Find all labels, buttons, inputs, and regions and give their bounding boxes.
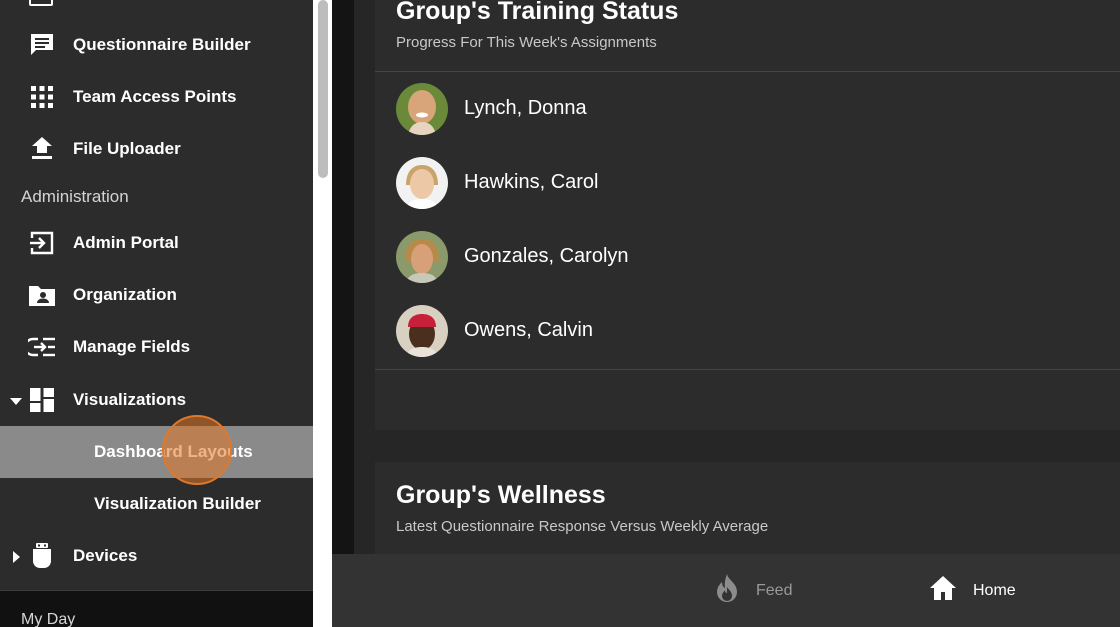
sidebar-item-dashboard-layouts[interactable]: Dashboard Layouts bbox=[0, 426, 313, 478]
sidebar-item-label: Visualization Builder bbox=[94, 494, 261, 513]
athlete-row[interactable]: Gonzales, Carolyn bbox=[375, 220, 1120, 294]
bottom-nav-home[interactable]: Home bbox=[929, 554, 1016, 627]
sidebar-footer[interactable]: My Day bbox=[0, 591, 313, 627]
card-subtitle: Latest Questionnaire Response Versus Wee… bbox=[396, 518, 769, 535]
bottom-nav-feed-label: Feed bbox=[756, 581, 793, 599]
bottom-nav-home-label: Home bbox=[973, 581, 1016, 599]
athlete-name: Lynch, Donna bbox=[464, 97, 587, 119]
athlete-row[interactable]: Hawkins, Carol bbox=[375, 146, 1120, 220]
section-label-administration: Administration bbox=[21, 187, 129, 206]
athlete-row[interactable]: Lynch, Donna bbox=[375, 72, 1120, 146]
sidebar-item-label: Admin Portal bbox=[73, 233, 179, 252]
sidebar-item-organization[interactable]: Organization bbox=[0, 269, 313, 321]
training-status-card: Group's Training Status Progress For Thi… bbox=[375, 0, 1120, 430]
card-subtitle: Progress For This Week's Assignments bbox=[396, 34, 657, 51]
caret-right-icon[interactable] bbox=[9, 550, 23, 564]
athlete-name: Gonzales, Carolyn bbox=[464, 245, 629, 267]
grid-icon bbox=[28, 84, 56, 110]
dashboard-icon bbox=[28, 387, 56, 413]
main-content: Group's Training Status Progress For Thi… bbox=[332, 0, 1120, 554]
athlete-name: Hawkins, Carol bbox=[464, 171, 599, 193]
sidebar-item-visualization-builder[interactable]: Visualization Builder bbox=[0, 478, 313, 530]
sidebar-item-file-uploader[interactable]: File Uploader bbox=[0, 123, 313, 175]
sidebar-item-label: Questionnaire Builder bbox=[73, 35, 251, 54]
sidebar-item-visualizations[interactable]: Visualizations bbox=[0, 374, 313, 426]
sidebar-item-label: Visualizations bbox=[73, 390, 187, 409]
sidebar-item-label: Team Access Points bbox=[73, 87, 237, 106]
upload-icon bbox=[28, 136, 56, 162]
athlete-row[interactable]: Owens, Calvin bbox=[375, 294, 1120, 368]
wellness-card: Group's Wellness Latest Questionnaire Re… bbox=[375, 462, 1120, 554]
fire-icon bbox=[714, 573, 740, 608]
avatar bbox=[396, 305, 448, 357]
avatar bbox=[396, 231, 448, 283]
bottom-nav: Feed Home bbox=[332, 554, 1120, 627]
sidebar-item-manage-fields[interactable]: Manage Fields bbox=[0, 321, 313, 373]
sidebar-scrollbar-thumb[interactable] bbox=[318, 0, 328, 178]
main-gutter bbox=[332, 0, 354, 554]
chat-icon bbox=[28, 32, 56, 58]
home-icon bbox=[929, 575, 957, 606]
sidebar-item-questionnaire-builder[interactable]: Questionnaire Builder bbox=[0, 19, 313, 71]
sidebar-item-team-access-points[interactable]: Team Access Points bbox=[0, 71, 313, 123]
login-icon bbox=[28, 230, 56, 256]
card-title: Group's Wellness bbox=[396, 481, 606, 509]
folder-user-icon bbox=[28, 282, 56, 308]
device-icon bbox=[28, 543, 56, 569]
card-title: Group's Training Status bbox=[396, 0, 679, 25]
manage-fields-icon bbox=[28, 334, 56, 360]
athlete-name: Owens, Calvin bbox=[464, 319, 593, 341]
sidebar-item-label: Manage Fields bbox=[73, 337, 191, 356]
sidebar-item-devices[interactable]: Devices bbox=[0, 530, 313, 582]
sidebar-footer-label: My Day bbox=[21, 611, 76, 627]
sidebar: Questionnaire Builder Team Access Points… bbox=[0, 0, 313, 627]
sidebar-item-label: Organization bbox=[73, 285, 177, 304]
avatar bbox=[396, 157, 448, 209]
calendar-icon bbox=[29, 0, 53, 6]
card-divider bbox=[375, 369, 1120, 370]
sidebar-item-label: Devices bbox=[73, 546, 138, 565]
sidebar-item-label: Dashboard Layouts bbox=[94, 442, 253, 461]
caret-down-icon[interactable] bbox=[9, 394, 23, 408]
sidebar-item-label: File Uploader bbox=[73, 139, 181, 158]
sidebar-item-admin-portal[interactable]: Admin Portal bbox=[0, 217, 313, 269]
avatar bbox=[396, 83, 448, 135]
bottom-nav-feed[interactable]: Feed bbox=[714, 554, 792, 627]
